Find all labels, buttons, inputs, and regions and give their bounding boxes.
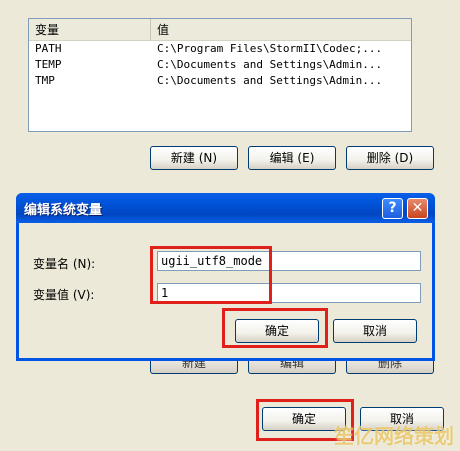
variable-name: TEMP [35, 58, 62, 71]
variable-name: TMP [35, 74, 55, 87]
list-item[interactable]: TEMP C:\Documents and Settings\Admin... [29, 57, 411, 73]
watermark: 笙亿网络策划 [334, 424, 454, 448]
variable-value: C:\Program Files\StormII\Codec;... [157, 42, 383, 55]
edit-button[interactable]: 编辑 (E) [248, 146, 336, 170]
list-header: 变量 值 [29, 19, 411, 41]
delete-button[interactable]: 删除 (D) [346, 146, 434, 170]
variable-value-input[interactable]: 1 [157, 283, 421, 303]
list-item[interactable]: TMP C:\Documents and Settings\Admin... [29, 73, 411, 89]
cancel-button[interactable]: 取消 [333, 319, 417, 343]
help-icon[interactable]: ? [382, 198, 403, 219]
variable-value: C:\Documents and Settings\Admin... [157, 74, 383, 87]
user-variables-list[interactable]: 变量 值 PATH C:\Program Files\StormII\Codec… [28, 18, 412, 132]
variable-name-label: 变量名 (N): [33, 257, 96, 271]
parent-dialog-edge [0, 0, 460, 6]
variable-name-input[interactable]: ugii_utf8_mode [157, 251, 421, 271]
edit-system-variable-dialog: 编辑系统变量 ? ✕ 变量名 (N): ugii_utf8_mode 变量值 (… [16, 193, 435, 361]
column-header-value[interactable]: 值 [151, 19, 411, 41]
variable-value: C:\Documents and Settings\Admin... [157, 58, 383, 71]
ok-button[interactable]: 确定 [235, 319, 319, 343]
close-icon[interactable]: ✕ [407, 198, 428, 219]
dialog-title: 编辑系统变量 [24, 203, 103, 218]
dialog-titlebar[interactable]: 编辑系统变量 ? ✕ [16, 193, 435, 223]
new-button[interactable]: 新建 (N) [150, 146, 238, 170]
list-item[interactable]: PATH C:\Program Files\StormII\Codec;... [29, 41, 411, 57]
column-header-variable[interactable]: 变量 [29, 19, 151, 41]
variable-name: PATH [35, 42, 62, 55]
variable-value-label: 变量值 (V): [33, 288, 95, 302]
